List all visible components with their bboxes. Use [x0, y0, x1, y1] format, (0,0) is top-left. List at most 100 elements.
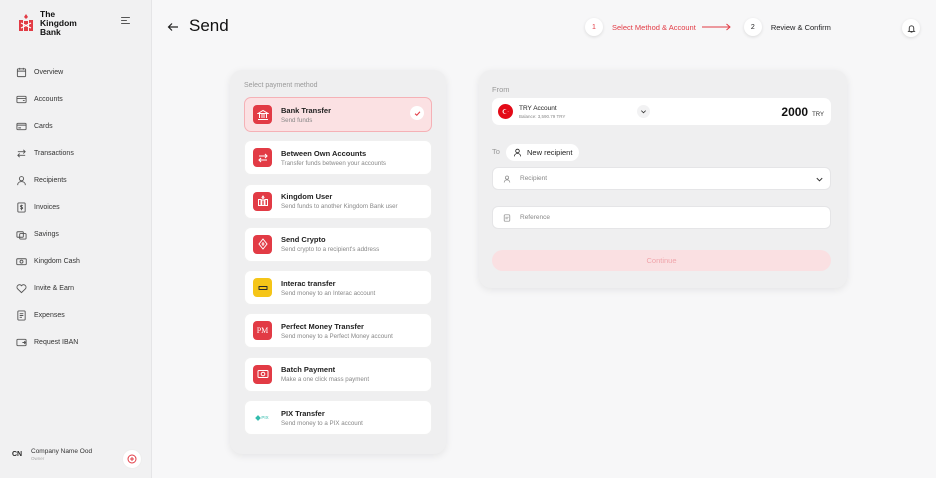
step-1-label: Select Method & Account [612, 22, 696, 32]
expenses-icon [16, 310, 27, 321]
crypto-icon [253, 234, 272, 254]
chevron-down-icon[interactable] [637, 105, 650, 118]
sidebar-item-label: Savings [34, 231, 59, 238]
sidebar-item-invite-earn[interactable]: Invite & Earn [16, 275, 80, 302]
bank-icon [253, 105, 272, 124]
pm-icon: PM [253, 321, 272, 341]
account-switcher[interactable]: CN Company Name Ood Owner [12, 448, 144, 469]
sidebar-item-transactions[interactable]: Transactions [16, 140, 80, 167]
amount-input[interactable]: 2000 TRY [781, 105, 824, 119]
method-desc: Transfer funds between your accounts [281, 159, 387, 167]
amount-currency: TRY [812, 112, 824, 118]
method-pix-transfer[interactable]: PIX PIX Transfer Send money to a PIX acc… [244, 400, 432, 436]
method-name: Perfect Money Transfer [281, 321, 364, 331]
user-icon [503, 175, 511, 182]
savings-icon [16, 229, 27, 240]
transfer-form-panel: From TRY Account Balance: 3,590.79 TRY 2… [479, 70, 847, 288]
amount-value: 2000 [781, 105, 809, 119]
method-name: Kingdom User [281, 192, 333, 202]
method-desc: Send funds to another Kingdom Bank user [281, 203, 398, 211]
method-name: Batch Payment [281, 365, 336, 375]
method-panel-title: Select payment method [244, 82, 318, 89]
method-between-own-accounts[interactable]: Between Own Accounts Transfer funds betw… [244, 140, 432, 176]
sidebar-item-label: Invite & Earn [34, 285, 75, 292]
notifications-button[interactable] [902, 19, 920, 37]
step-1-number: 1 [585, 18, 603, 36]
method-batch-payment[interactable]: Batch Payment Make a one click mass paym… [244, 356, 432, 392]
recipient-select[interactable]: Recipient [492, 167, 831, 190]
sidebar-item-recipients[interactable]: Recipients [16, 167, 80, 194]
sidebar-item-label: Accounts [34, 96, 63, 103]
interac-icon [253, 278, 272, 298]
sidebar-item-invoices[interactable]: Invoices [16, 194, 80, 221]
brand[interactable]: The Kingdom Bank [18, 10, 77, 37]
continue-button[interactable]: Continue [492, 250, 831, 271]
method-desc: Send funds [281, 116, 313, 124]
account-name: TRY Account [519, 104, 557, 112]
sidebar-item-label: Transactions [34, 150, 74, 157]
sidebar-item-request-iban[interactable]: Request IBAN [16, 329, 80, 356]
user-icon [513, 148, 522, 157]
account-balance: Balance: 3,590.79 TRY [519, 113, 566, 119]
method-name: Bank Transfer [281, 105, 332, 115]
stepper: 1 Select Method & Account 2 Review & Con… [585, 18, 831, 36]
from-account-select[interactable]: TRY Account Balance: 3,590.79 TRY 2000 T… [492, 98, 831, 125]
method-desc: Send money to an Interac account [281, 289, 376, 297]
payment-method-panel: Select payment method Bank Transfer Send… [230, 70, 446, 454]
back-arrow-icon[interactable] [167, 21, 179, 33]
user-icon [16, 175, 27, 186]
reference-input[interactable]: Reference [492, 206, 831, 229]
heart-icon [16, 283, 27, 294]
sidebar-item-label: Overview [34, 69, 64, 76]
bell-icon [906, 24, 916, 33]
sidebar-item-accounts[interactable]: Accounts [16, 86, 80, 113]
method-name: PIX Transfer [281, 408, 325, 418]
swap-icon [253, 148, 272, 168]
sidebar-item-overview[interactable]: Overview [16, 59, 80, 86]
pix-icon: PIX [253, 408, 272, 428]
to-label: To [492, 147, 500, 156]
plus-circle-icon [127, 454, 137, 464]
sidebar-item-label: Expenses [34, 312, 65, 319]
wallet-icon [16, 94, 27, 105]
account-role: Owner [31, 456, 45, 461]
new-recipient-label: New recipient [527, 148, 573, 157]
page-title: Send [189, 16, 229, 35]
sidebar: The Kingdom Bank Overview Accounts Cards… [0, 0, 152, 478]
account-initials: CN [12, 451, 23, 458]
sidebar-item-cards[interactable]: Cards [16, 113, 80, 140]
method-bank-transfer[interactable]: Bank Transfer Send funds [244, 97, 432, 132]
chevron-down-icon [816, 177, 823, 182]
card-icon [16, 121, 27, 132]
sidebar-nav: Overview Accounts Cards Transactions Rec… [16, 59, 80, 356]
menu-toggle-icon[interactable] [121, 17, 130, 25]
account-settings-button[interactable] [122, 449, 142, 469]
batch-icon [253, 364, 272, 384]
sidebar-item-expenses[interactable]: Expenses [16, 302, 80, 329]
iban-icon [16, 337, 27, 348]
sidebar-item-label: Request IBAN [34, 339, 79, 346]
sidebar-item-label: Invoices [34, 204, 60, 211]
sidebar-item-kingdom-cash[interactable]: Kingdom Cash [16, 248, 80, 275]
cash-icon [16, 256, 27, 267]
sidebar-item-label: Cards [34, 123, 53, 130]
method-name: Between Own Accounts [281, 148, 367, 158]
kingdom-logo-icon [19, 14, 33, 31]
invoice-icon [16, 202, 27, 213]
document-icon [503, 213, 511, 222]
method-send-crypto[interactable]: Send Crypto Send crypto to a recipient's… [244, 226, 432, 262]
method-desc: Make a one click mass payment [281, 376, 370, 384]
sidebar-item-savings[interactable]: Savings [16, 221, 80, 248]
method-desc: Send money to a PIX account [281, 419, 363, 427]
new-recipient-button[interactable]: New recipient [506, 144, 580, 161]
brand-name-line3: Bank [40, 27, 61, 37]
sidebar-item-label: Kingdom Cash [34, 258, 80, 265]
kingdom-logo-icon [253, 191, 272, 211]
method-desc: Send money to a Perfect Money account [281, 332, 393, 340]
calendar-icon [16, 67, 27, 78]
method-perfect-money[interactable]: PM Perfect Money Transfer Send money to … [244, 313, 432, 349]
method-desc: Send crypto to a recipient's address [281, 246, 380, 254]
turkey-flag-icon [498, 104, 513, 119]
method-kingdom-user[interactable]: Kingdom User Send funds to another Kingd… [244, 183, 432, 219]
method-interac-transfer[interactable]: Interac transfer Send money to an Intera… [244, 270, 432, 306]
